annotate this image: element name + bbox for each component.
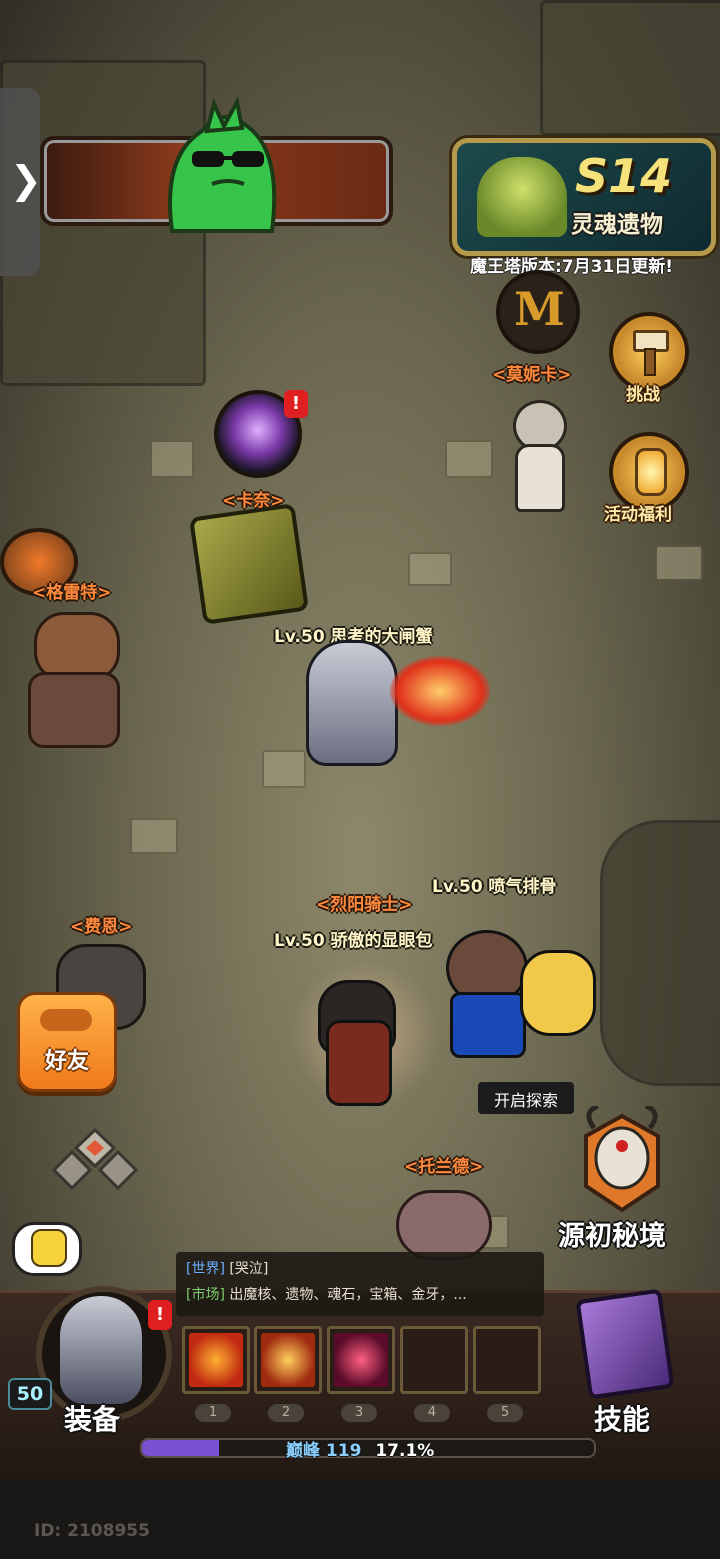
side-expand-tab[interactable]: ❯ (0, 88, 42, 276)
fire-skill-icon (189, 1333, 243, 1387)
diamond-nav-icon[interactable] (51, 1126, 139, 1192)
skill-slot-number: 3 (341, 1404, 377, 1422)
challenge-label: 挑战 (626, 385, 660, 405)
explore-tooltip-label: 开启探索 (493, 1091, 558, 1110)
skill-slot-5[interactable] (473, 1326, 541, 1394)
peak-text: 巅峰 119 17.1% (286, 1436, 434, 1461)
shadow-skill-icon (334, 1333, 388, 1387)
player-label-ribs: Lv.50 喷气排骨 (432, 877, 557, 897)
season-boss-icon (477, 157, 567, 237)
alert-badge-icon: ! (284, 390, 308, 418)
lantern-icon (635, 448, 667, 496)
top-right-ruins (540, 0, 720, 136)
green-mascot-avatar (152, 96, 292, 236)
peak-level: 119 (325, 1441, 362, 1461)
floor-tile (655, 545, 703, 581)
skill-slot-number: 1 (195, 1404, 231, 1422)
spiked-gate (600, 820, 720, 1086)
cat-face-icon (31, 1229, 67, 1267)
peak-percent: 17.1% (375, 1441, 435, 1461)
peak-xp-fill (142, 1440, 220, 1456)
skill-slot-1[interactable] (182, 1326, 250, 1394)
player-crab-knight[interactable] (284, 600, 490, 780)
skill-slot-number: 4 (414, 1404, 450, 1422)
chat-channel-market: [市场] (186, 1287, 225, 1303)
origin-realm-button[interactable] (576, 1103, 668, 1216)
chat-line-market: [市场] 出魔核、遗物、魂石，宝箱、金牙，... (186, 1282, 534, 1308)
npc-gerrit[interactable] (14, 612, 124, 752)
npc-label-monica: <莫妮卡> (492, 365, 572, 385)
chat-line-world: [世界] [哭泣] (186, 1256, 534, 1282)
floor-tile (408, 552, 452, 586)
demon-skill-icon (261, 1333, 315, 1387)
floor-tile (445, 440, 493, 478)
emoji-chat-button[interactable] (12, 1222, 82, 1276)
skill-slot-number: 5 (487, 1404, 523, 1422)
event-welfare-label: 活动福利 (604, 505, 672, 525)
chat-channel-world: [世界] (186, 1261, 225, 1277)
season-code: S14 (575, 149, 673, 203)
cloud-icon (40, 1009, 92, 1031)
chat-text-world: [哭泣] (224, 1261, 269, 1277)
season-banner[interactable]: S14 灵魂遗物 (452, 138, 716, 256)
npc-tolande[interactable] (396, 1190, 492, 1260)
npc-label-gerrit: <格雷特> (32, 583, 112, 603)
version-notice: 魔王塔版本:7月31日更新! (470, 257, 674, 277)
season-name: 灵魂遗物 (571, 212, 663, 238)
npc-label-fein: <费恩> (70, 917, 133, 937)
equip-label: 装备 (64, 1403, 121, 1436)
skills-label: 技能 (594, 1403, 651, 1436)
explore-tooltip[interactable]: 开启探索 (478, 1082, 574, 1114)
avatar (60, 1296, 142, 1404)
player-bun-character[interactable] (280, 940, 450, 1140)
origin-realm-label: 源初秘境 (558, 1221, 666, 1252)
floor-tile (130, 818, 178, 854)
skill-slot-2[interactable] (254, 1326, 322, 1394)
skill-slot-number: 2 (268, 1404, 304, 1422)
chat-text-market: 出魔核、遗物、魂石，宝箱、金牙，... (224, 1287, 467, 1303)
bottom-strip (0, 1480, 720, 1559)
skills-button[interactable] (566, 1288, 676, 1400)
floor-tile (150, 440, 194, 478)
spellbook-icon (575, 1288, 675, 1400)
peak-label: 巅峰 (286, 1441, 320, 1461)
player-level-badge: 50 (8, 1378, 52, 1410)
skill-slot-3[interactable] (327, 1326, 395, 1394)
npc-monica[interactable] (505, 400, 569, 512)
m-emblem-icon[interactable]: M (496, 270, 580, 354)
npc-label-tolande: <托兰德> (404, 1157, 484, 1177)
npc-label-sun-knight: <烈阳骑士> (316, 895, 413, 915)
friends-label: 好友 (44, 1049, 89, 1074)
player-ribs-character[interactable] (440, 920, 610, 1060)
chevron-right-icon: ❯ (10, 158, 42, 202)
user-id: ID: 2108955 (34, 1521, 150, 1541)
friends-button[interactable]: 好友 (17, 992, 117, 1092)
skill-slot-4[interactable] (400, 1326, 468, 1394)
chat-box[interactable]: [世界] [哭泣] [市场] 出魔核、遗物、魂石，宝箱、金牙，... (176, 1252, 544, 1316)
equip-alert-badge-icon: ! (148, 1300, 172, 1330)
player-level: 50 (16, 1383, 44, 1405)
